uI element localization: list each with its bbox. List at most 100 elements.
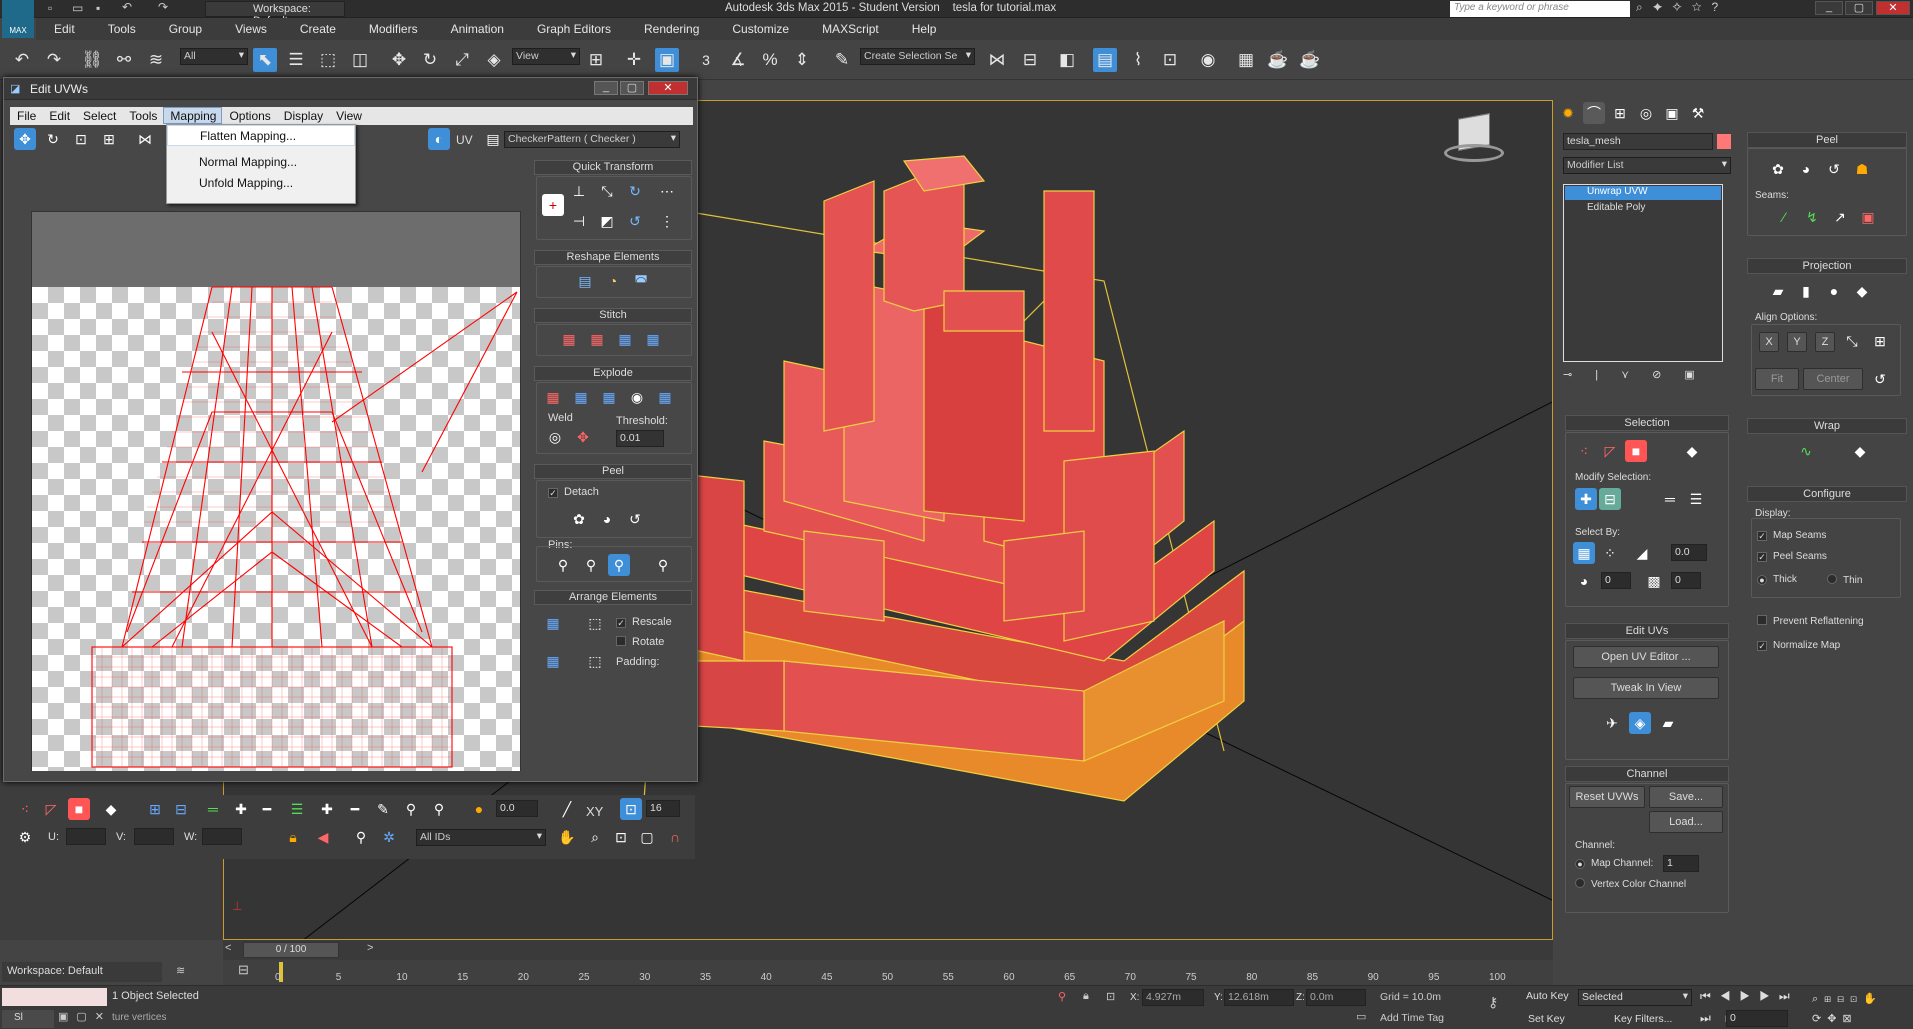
wrap-rollout-header[interactable]: Wrap [1747,418,1907,434]
reset-peel-panel-icon[interactable]: ↺ [1823,158,1845,180]
quick-transform-header[interactable]: Quick Transform [534,160,692,175]
workspace-label[interactable]: Workspace: Default [2,962,162,982]
polygon-select-icon[interactable]: ■ [1625,440,1647,462]
menu-item[interactable]: Animation [433,18,519,36]
unfold-strip-icon[interactable]: ◆ [1849,440,1871,462]
map-channel-radio[interactable]: ● Map Channel: [1575,858,1653,869]
place-icon[interactable]: ◈ [482,48,506,72]
relax-icon[interactable]: ◔ [602,270,624,292]
ring-icon[interactable]: ✚ [230,798,252,820]
loop-shrink-icon[interactable]: ━ [256,798,278,820]
minimize-button[interactable]: _ [1815,1,1843,15]
uvw-menu-display[interactable]: Display [277,107,329,123]
flatten-mapping-item[interactable]: Flatten Mapping... [167,125,355,146]
edge-mode-icon[interactable]: ◸ [40,798,62,820]
prevent-reflattening-checkbox[interactable]: Prevent Reflattening [1757,615,1864,627]
selection-filter-dropdown[interactable]: All [180,48,248,65]
uvw-close-button[interactable]: ✕ [648,81,688,95]
uvw-menu-edit[interactable]: Edit [42,107,76,123]
pack-custom-icon[interactable]: ⬚ [584,612,606,634]
reset-peel-icon[interactable]: ↺ [624,508,646,530]
peel-seams-checkbox[interactable]: ✓ Peel Seams [1757,551,1827,562]
falloff-line-icon[interactable]: ╱ [556,798,578,820]
scale-icon[interactable]: ⤢ [450,48,474,72]
modify-tab-icon[interactable]: ⌒ [1583,102,1605,124]
uvw-title-bar[interactable]: ◪ Edit UVWs _ ▢ ✕ [4,78,697,100]
app-logo[interactable]: MAX [2,0,34,38]
menu-item[interactable]: Tools [90,18,151,36]
material-editor-icon[interactable]: ◉ [1196,48,1220,72]
menu-item[interactable]: Views [217,18,282,36]
face-mode-icon[interactable]: ■ [68,798,90,820]
open-file-icon[interactable]: ▭ [72,1,83,15]
move-icon[interactable]: ✥ [387,48,411,72]
stitch-to-target-icon[interactable]: ▦ [558,328,580,350]
point-to-point-icon[interactable]: ↯ [1801,206,1823,228]
y-coord-field[interactable]: 12.618m [1224,989,1294,1006]
absolute-mode-icon[interactable]: ⚙ [14,826,36,848]
pack-fill-icon[interactable]: ⬚ [584,650,606,672]
pelt-map-icon[interactable]: ☗ [1851,158,1873,180]
straighten-selection-icon[interactable]: ▤ [574,270,596,292]
current-frame-field[interactable]: 0 [1726,1010,1788,1027]
reset-uvws-button[interactable]: Reset UVWs [1569,786,1645,808]
bind-spacewarp-icon[interactable]: ≋ [144,48,168,72]
z-coord-field[interactable]: 0.0m [1306,989,1366,1006]
track-bar[interactable]: 0 5 10 15 20 25 30 35 40 45 50 55 60 65 70 75 80 85 90 95 10… [223,960,1553,985]
stitch-custom-icon[interactable]: ▦ [642,328,664,350]
percent-snap-icon[interactable]: % [758,48,782,72]
seams-to-edge-icon[interactable]: ▣ [1857,206,1879,228]
undo-icon[interactable]: ↶ [122,0,132,14]
maximize-button[interactable]: ▢ [1845,1,1873,15]
element-select-icon[interactable]: ◆ [1681,440,1703,462]
rotate-cw-icon[interactable]: ↻ [624,180,646,202]
uvw-menu-file[interactable]: File [10,107,42,123]
align-to-edge-icon[interactable]: ◩ [596,210,618,232]
angle-snap-icon[interactable]: ∡ [726,48,750,72]
menu-item[interactable]: Group [151,18,217,36]
stack-item-editable-poly[interactable]: Editable Poly [1565,202,1721,216]
rendered-frame-icon[interactable]: ☕ [1266,48,1290,72]
uvw-menu-options[interactable]: Options [222,107,276,123]
straighten-icon[interactable]: ⤡ [596,180,618,202]
quick-peel-icon[interactable]: ✿ [568,508,590,530]
motion-tab-icon[interactable]: ◎ [1635,102,1657,124]
align-horizontal-icon[interactable]: ⊥ [568,180,590,202]
tweak-in-view-button[interactable]: Tweak In View [1573,677,1719,699]
box-projection-icon[interactable]: ◆ [1851,280,1873,302]
workspace-dropdown[interactable]: Workspace: Default [205,1,345,27]
element-mode-icon[interactable]: ◆ [100,798,122,820]
curve-editor-icon[interactable]: ⌇ [1126,48,1150,72]
rectangle-selection-icon[interactable]: ⬚ [316,48,340,72]
menu-item[interactable]: Rendering [626,18,714,36]
paint-grow-icon[interactable]: ⚲ [400,798,422,820]
reshape-elements-header[interactable]: Reshape Elements [534,250,692,265]
w-field[interactable] [202,828,242,845]
matid-field[interactable]: 0 [1671,572,1701,589]
planar-projection-icon[interactable]: ▰ [1767,280,1789,302]
best-align-icon[interactable]: ⤡ [1841,330,1863,352]
menu-item[interactable]: MAXScript [804,18,894,36]
menu-item[interactable]: Create [282,18,351,36]
menu-item[interactable]: Help [894,18,952,36]
reference-coordinate-dropdown[interactable]: View [512,48,580,65]
uvw-minimize-button[interactable]: _ [594,81,618,95]
layers-icon[interactable]: ≋ [176,964,185,977]
spinner-snap-icon[interactable]: ⇕ [790,48,814,72]
loop-select-icon[interactable]: ═ [1659,488,1681,510]
pan-icon[interactable]: ✋ [556,826,578,848]
align-icon[interactable]: ⊟ [1018,48,1042,72]
stitch-to-source-icon[interactable]: ▦ [614,328,636,350]
key-mode-dropdown[interactable]: Selected [1578,989,1692,1006]
filter-selected-icon[interactable]: ✲ [378,826,400,848]
center-button[interactable]: Center [1803,368,1863,390]
set-key-button[interactable]: Set Key [1528,1013,1565,1025]
search-input[interactable]: Type a keyword or phrase [1450,1,1630,17]
mirror-icon[interactable]: ⋈ [985,48,1009,72]
taskbar-button[interactable]: Sl [2,1010,54,1028]
map-seams-checkbox[interactable]: ✓ Map Seams [1757,530,1826,541]
explode-by-material-icon[interactable]: ▦ [598,386,620,408]
select-manipulate-icon[interactable]: ✛ [622,48,646,72]
shrink-selection-icon[interactable]: ⊟ [170,798,192,820]
planar-angle-icon[interactable]: ◢ [1631,542,1653,564]
